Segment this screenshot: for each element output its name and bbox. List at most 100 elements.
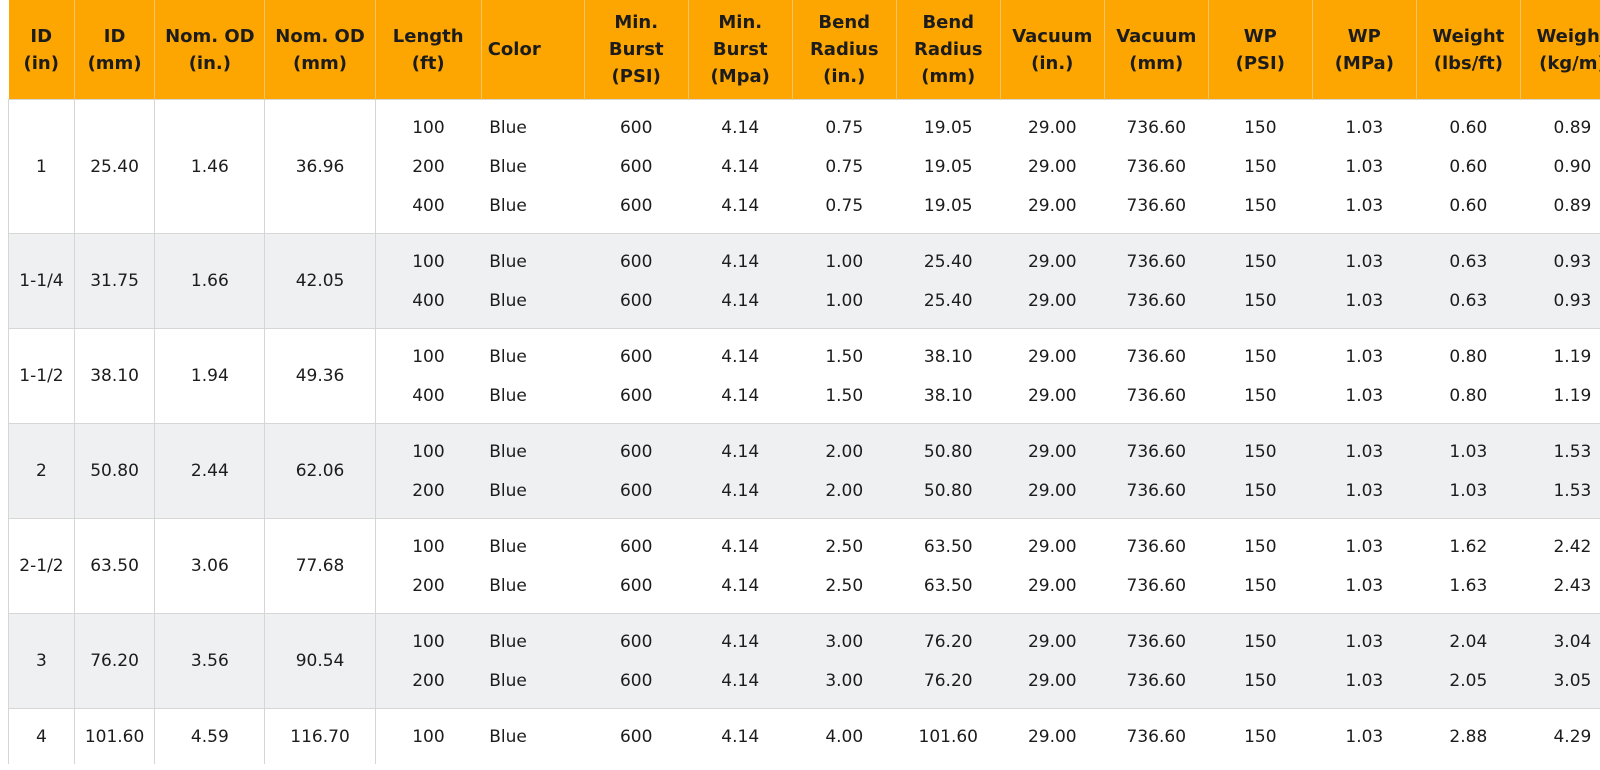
cell-vacuum-in: 29.00: [1000, 566, 1105, 614]
cell-wp-psi: 150: [1208, 328, 1313, 376]
cell-weight-lbs: 1.63: [1416, 566, 1521, 614]
cell-bend-mm: 63.50: [896, 518, 1001, 566]
header-row: ID (in) ID (mm) Nom. OD (in.) Nom. OD (m…: [8, 0, 1600, 100]
table-row: 4 101.60 4.59 116.70 100 Blue 600 4.14 4.00 101.6…: [8, 708, 1600, 764]
cell-color: Blue: [481, 708, 585, 764]
cell-wp-psi: 150: [1208, 471, 1313, 519]
cell-bend-in: 4.00: [792, 708, 897, 764]
col-header-od-mm[interactable]: Nom. OD (mm): [264, 0, 376, 100]
cell-weight-lbs: 2.04: [1416, 613, 1521, 661]
cell-burst-psi: 600: [584, 423, 689, 471]
cell-weight-lbs: 0.60: [1416, 99, 1521, 147]
cell-burst-mpa: 4.14: [688, 186, 793, 234]
cell-bend-mm: 19.05: [896, 186, 1001, 234]
cell-vacuum-mm: 736.60: [1104, 708, 1209, 764]
table-row: 1-1/2 38.10 1.94 49.36 100 Blue 600 4.14 1.50 38.…: [8, 328, 1600, 424]
cell-wp-mpa: 1.03: [1312, 423, 1417, 471]
cell-weight-kg: 2.42: [1520, 518, 1600, 566]
cell-length: 400: [375, 186, 482, 234]
cell-color: Blue: [481, 423, 585, 471]
cell-color: Blue: [481, 613, 585, 661]
cell-bend-mm: 38.10: [896, 328, 1001, 376]
cell-bend-mm: 25.40: [896, 233, 1001, 281]
table-row: 2-1/2 63.50 3.06 77.68 100 Blue 600 4.14 2.50 63.…: [8, 518, 1600, 614]
cell-color: Blue: [481, 471, 585, 519]
cell-vacuum-mm: 736.60: [1104, 186, 1209, 234]
cell-burst-psi: 600: [584, 281, 689, 329]
col-header-burst-mpa[interactable]: Min. Burst (Mpa): [688, 0, 793, 100]
cell-bend-in: 2.50: [792, 566, 897, 614]
cell-weight-kg: 1.19: [1520, 328, 1600, 376]
cell-burst-psi: 600: [584, 99, 689, 147]
cell-id-mm: 76.20: [73, 613, 156, 709]
cell-weight-lbs: 2.05: [1416, 661, 1521, 709]
cell-id-mm: 50.80: [73, 423, 156, 519]
cell-id-in: 1: [8, 99, 75, 234]
cell-vacuum-in: 29.00: [1000, 233, 1105, 281]
cell-burst-mpa: 4.14: [688, 661, 793, 709]
cell-wp-mpa: 1.03: [1312, 661, 1417, 709]
cell-vacuum-mm: 736.60: [1104, 518, 1209, 566]
cell-id-mm: 25.40: [73, 99, 156, 234]
col-header-wp-psi[interactable]: WP (PSI): [1208, 0, 1313, 100]
cell-weight-kg: 0.93: [1520, 281, 1600, 329]
col-header-vacuum-in[interactable]: Vacuum (in.): [1000, 0, 1105, 100]
cell-wp-psi: 150: [1208, 376, 1313, 424]
cell-vacuum-in: 29.00: [1000, 328, 1105, 376]
cell-wp-mpa: 1.03: [1312, 708, 1417, 764]
cell-wp-psi: 150: [1208, 99, 1313, 147]
table-row: 2 50.80 2.44 62.06 100 Blue 600 4.14 2.00 50.80 29…: [8, 423, 1600, 519]
cell-weight-kg: 0.89: [1520, 99, 1600, 147]
cell-bend-mm: 19.05: [896, 99, 1001, 147]
cell-length: 100: [375, 613, 482, 661]
cell-vacuum-in: 29.00: [1000, 147, 1105, 186]
cell-vacuum-in: 29.00: [1000, 518, 1105, 566]
cell-color: Blue: [481, 147, 585, 186]
cell-length: 200: [375, 566, 482, 614]
cell-weight-lbs: 0.80: [1416, 328, 1521, 376]
cell-burst-mpa: 4.14: [688, 471, 793, 519]
cell-weight-kg: 0.89: [1520, 186, 1600, 234]
col-header-vacuum-mm[interactable]: Vacuum (mm): [1104, 0, 1209, 100]
col-header-bend-in[interactable]: Bend Radius (in.): [792, 0, 897, 100]
col-header-wp-mpa[interactable]: WP (MPa): [1312, 0, 1417, 100]
cell-od-mm: 49.36: [264, 328, 376, 424]
cell-weight-lbs: 2.88: [1416, 708, 1521, 764]
cell-od-mm: 90.54: [264, 613, 376, 709]
col-header-id-in[interactable]: ID (in): [8, 0, 75, 100]
cell-vacuum-in: 29.00: [1000, 613, 1105, 661]
col-header-od-in[interactable]: Nom. OD (in.): [154, 0, 266, 100]
cell-bend-in: 3.00: [792, 613, 897, 661]
col-header-burst-psi[interactable]: Min. Burst (PSI): [584, 0, 689, 100]
cell-weight-lbs: 1.03: [1416, 423, 1521, 471]
cell-vacuum-in: 29.00: [1000, 471, 1105, 519]
cell-weight-kg: 1.53: [1520, 423, 1600, 471]
col-header-id-mm[interactable]: ID (mm): [74, 0, 156, 100]
cell-weight-kg: 4.29: [1520, 708, 1600, 764]
spec-table-container: ID (in) ID (mm) Nom. OD (in.) Nom. OD (m…: [8, 0, 1600, 770]
cell-burst-mpa: 4.14: [688, 613, 793, 661]
cell-vacuum-mm: 736.60: [1104, 613, 1209, 661]
size-group: 1-1/4 31.75 1.66 42.05 100 Blue 600 4.14 1.00 25.…: [8, 233, 1600, 329]
col-header-color[interactable]: Color: [481, 0, 585, 100]
col-header-bend-mm[interactable]: Bend Radius (mm): [896, 0, 1001, 100]
size-group: 2 50.80 2.44 62.06 100 Blue 600 4.14 2.00 50.80 29…: [8, 423, 1600, 519]
cell-burst-psi: 600: [584, 613, 689, 661]
cell-od-in: 2.44: [154, 423, 266, 519]
cell-wp-psi: 150: [1208, 613, 1313, 661]
cell-bend-in: 1.00: [792, 281, 897, 329]
cell-vacuum-in: 29.00: [1000, 423, 1105, 471]
cell-bend-in: 2.00: [792, 471, 897, 519]
cell-wp-psi: 150: [1208, 281, 1313, 329]
cell-bend-in: 1.50: [792, 328, 897, 376]
cell-vacuum-mm: 736.60: [1104, 566, 1209, 614]
cell-burst-psi: 600: [584, 661, 689, 709]
cell-wp-mpa: 1.03: [1312, 376, 1417, 424]
cell-id-mm: 38.10: [73, 328, 156, 424]
cell-burst-psi: 600: [584, 147, 689, 186]
col-header-weight-lbs[interactable]: Weight (lbs/ft): [1416, 0, 1521, 100]
cell-wp-mpa: 1.03: [1312, 328, 1417, 376]
cell-wp-mpa: 1.03: [1312, 186, 1417, 234]
col-header-length[interactable]: Length (ft): [375, 0, 482, 100]
col-header-weight-kg[interactable]: Weight (kg/m): [1520, 0, 1600, 100]
